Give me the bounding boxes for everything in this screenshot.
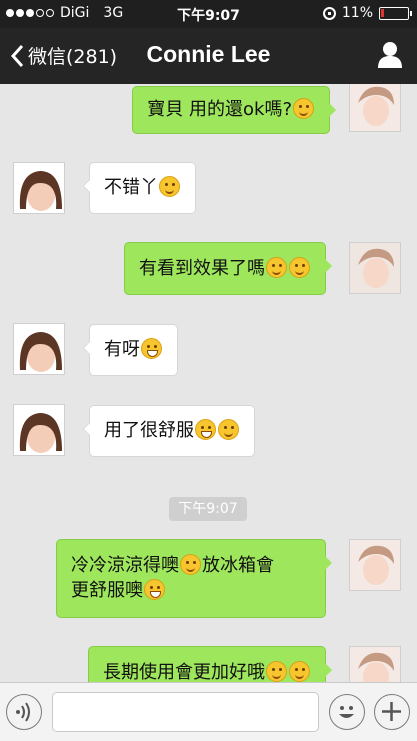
avatar-contact[interactable] — [13, 404, 65, 456]
rotation-lock-icon — [322, 6, 336, 20]
message-input[interactable] — [52, 692, 319, 732]
voice-icon — [16, 702, 30, 722]
avatar-self[interactable] — [349, 242, 401, 294]
message-text: 冷冷涼涼得噢 — [71, 555, 179, 576]
avatar-contact[interactable] — [13, 323, 65, 375]
person-icon[interactable] — [377, 41, 403, 73]
smirk-emoji-icon — [266, 257, 287, 278]
blush-emoji-icon — [289, 661, 310, 682]
grin-emoji-icon — [141, 338, 162, 359]
avatar-self[interactable] — [349, 646, 401, 682]
message-bubble[interactable]: 不错丫 — [83, 162, 196, 214]
message-text: 用了很舒服 — [104, 420, 194, 441]
emoji-icon — [339, 706, 354, 718]
status-bar: DiGi 3G 下午9:07 11% — [0, 0, 417, 28]
message-text: 寶貝 用的還ok嗎? — [147, 99, 292, 120]
smirk-emoji-icon — [180, 554, 201, 575]
blush-emoji-icon — [293, 98, 314, 119]
smile-emoji-icon — [159, 176, 180, 197]
message-text: 有呀 — [104, 339, 140, 360]
message-bubble[interactable]: 有呀 — [83, 324, 178, 376]
message-bubble[interactable]: 長期使用會更加好哦 — [88, 646, 332, 682]
message-text: 長期使用會更加好哦 — [103, 662, 265, 682]
battery-level — [381, 8, 384, 17]
message-timestamp: 下午9:07 — [169, 497, 247, 521]
avatar-self[interactable] — [349, 539, 401, 591]
chat-area[interactable]: 寶貝 用的還ok嗎? 不错丫 有看到效果了嗎 有呀 用了很舒服 下午9:07 冷… — [0, 84, 417, 682]
avatar-contact[interactable] — [13, 162, 65, 214]
add-button[interactable] — [374, 694, 410, 730]
message-line: 冷冷涼涼得噢 放冰箱會 — [71, 553, 311, 578]
message-line: 更舒服噢 — [71, 578, 311, 603]
blush-emoji-icon — [266, 661, 287, 682]
smirk-emoji-icon — [218, 419, 239, 440]
emoji-button[interactable] — [329, 694, 365, 730]
status-right: 11% — [322, 5, 412, 21]
message-text: 放冰箱會 — [202, 555, 274, 576]
smirk-emoji-icon — [289, 257, 310, 278]
nav-bar: 微信(281) Connie Lee — [0, 28, 417, 84]
voice-button[interactable] — [6, 694, 42, 730]
message-text: 有看到效果了嗎 — [139, 258, 265, 279]
battery-percent: 11% — [341, 5, 373, 21]
message-bubble[interactable]: 寶貝 用的還ok嗎? — [132, 86, 336, 134]
message-text: 更舒服噢 — [71, 580, 143, 601]
message-bubble[interactable]: 有看到效果了嗎 — [124, 242, 332, 295]
plus-icon — [382, 702, 401, 721]
message-bubble[interactable]: 冷冷涼涼得噢 放冰箱會 更舒服噢 — [56, 539, 332, 618]
grin-emoji-icon — [144, 579, 165, 600]
avatar-self[interactable] — [349, 84, 401, 132]
grin-emoji-icon — [195, 419, 216, 440]
input-bar — [0, 682, 417, 741]
message-bubble[interactable]: 用了很舒服 — [83, 405, 255, 457]
battery-icon — [379, 6, 412, 20]
chat-title: Connie Lee — [146, 41, 271, 67]
message-text: 不错丫 — [104, 177, 158, 198]
